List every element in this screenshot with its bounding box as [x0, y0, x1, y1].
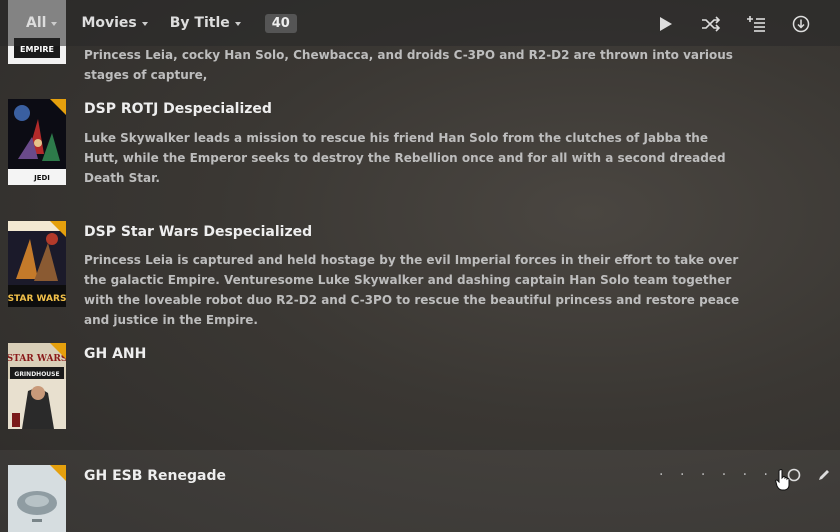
item-title[interactable]: DSP Star Wars Despecialized: [84, 224, 312, 240]
unwatched-indicator: [50, 343, 66, 359]
poster-thumbnail[interactable]: JEDI: [8, 99, 66, 185]
sort-dropdown[interactable]: By Title: [170, 15, 241, 31]
row-actions: · · · · · ·: [659, 467, 832, 483]
filter-type-dropdown[interactable]: Movies: [81, 15, 148, 31]
pencil-icon: [819, 470, 829, 480]
item-summary: Princess Leia is captured and held hosta…: [84, 253, 740, 327]
poster-thumbnail[interactable]: STAR WARS: [8, 221, 66, 307]
add-to-queue-icon: [747, 16, 765, 32]
chevron-down-icon: [141, 22, 148, 26]
poster-thumbnail[interactable]: [8, 465, 66, 532]
filter-all-label: All: [26, 15, 47, 31]
edit-button[interactable]: [816, 467, 832, 483]
download-button[interactable]: [790, 13, 812, 35]
chevron-down-icon: [234, 22, 241, 26]
unwatched-indicator: [50, 465, 66, 481]
item-title[interactable]: DSP ROTJ Despecialized: [84, 101, 272, 117]
list-item[interactable]: STAR WARS GRINDHOUSE GH ANH: [0, 330, 840, 450]
chevron-down-icon: [51, 22, 58, 26]
rating-dots[interactable]: · · · · · ·: [659, 467, 774, 483]
shuffle-button[interactable]: [700, 13, 722, 35]
list-item[interactable]: JEDI DSP ROTJ Despecialized Luke Skywalk…: [0, 86, 840, 208]
svg-text:GRINDHOUSE: GRINDHOUSE: [14, 371, 59, 378]
add-to-queue-button[interactable]: [745, 13, 767, 35]
item-title[interactable]: GH ESB Renegade: [84, 468, 226, 484]
filter-all-dropdown[interactable]: All: [26, 15, 58, 31]
library-toolbar: All Movies By Title 40: [0, 0, 840, 46]
poster-thumbnail[interactable]: STAR WARS GRINDHOUSE: [8, 343, 66, 429]
hand-cursor-icon: [775, 469, 790, 491]
item-title[interactable]: GH ANH: [84, 346, 146, 362]
poster-caption: EMPIRE: [20, 45, 54, 54]
play-button[interactable]: [655, 13, 677, 35]
item-count-badge: 40: [264, 13, 297, 33]
list-item[interactable]: GH ESB Renegade · · · · · ·: [0, 450, 840, 532]
filter-type-label: Movies: [81, 15, 137, 31]
unwatched-indicator: [50, 221, 66, 237]
shuffle-icon: [702, 16, 721, 32]
download-icon: [792, 15, 810, 33]
sort-label: By Title: [169, 15, 230, 31]
item-summary: Princess Leia, cocky Han Solo, Chewbacca…: [84, 48, 733, 82]
list-item[interactable]: STAR WARS DSP Star Wars Despecialized Pr…: [0, 208, 840, 330]
play-icon: [660, 17, 672, 31]
unwatched-indicator: [50, 99, 66, 115]
svg-text:JEDI: JEDI: [33, 174, 50, 182]
svg-text:STAR WARS: STAR WARS: [8, 294, 66, 304]
item-summary: Luke Skywalker leads a mission to rescue…: [84, 131, 726, 185]
